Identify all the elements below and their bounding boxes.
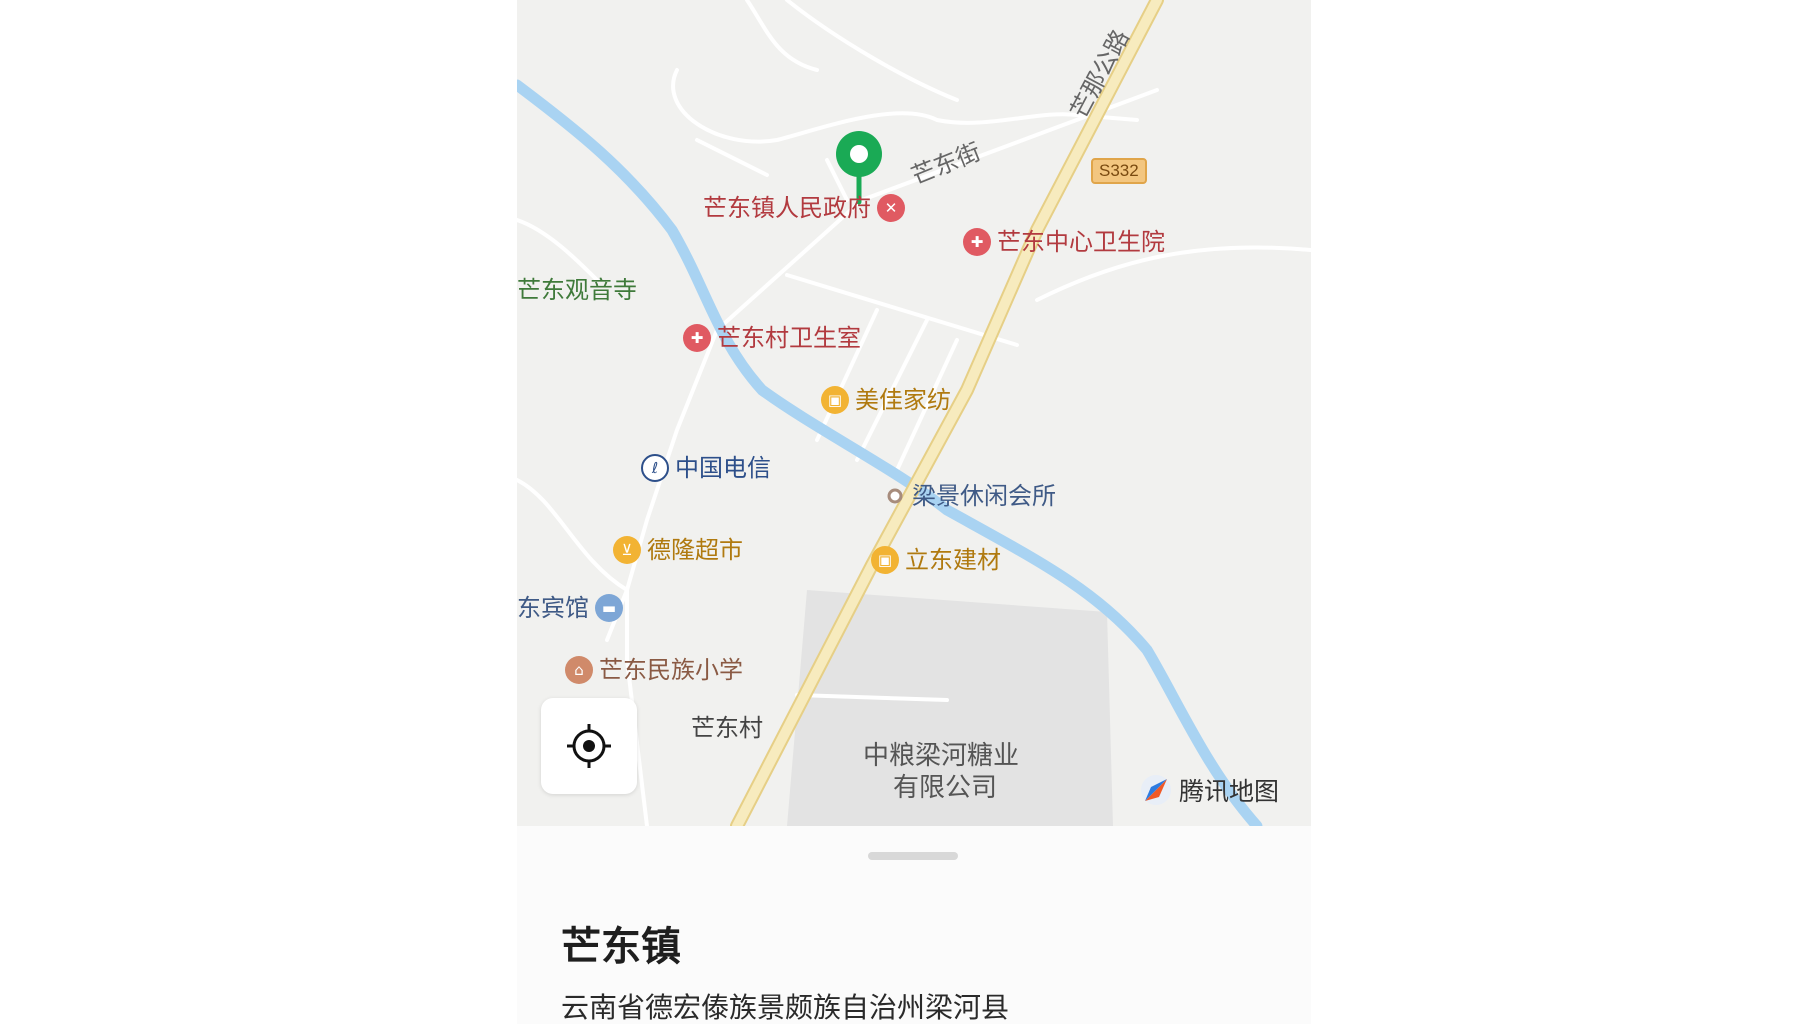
factory-label-1: 中粮梁河糖业	[863, 741, 1020, 771]
shopping-bag-icon: ▣	[821, 386, 849, 414]
route-shield: S332	[1091, 158, 1147, 184]
poi-leisure-label[interactable]: 梁景休闲会所	[912, 482, 1056, 510]
government-icon: ✕	[877, 194, 905, 222]
map-brand: 腾讯地图	[1139, 772, 1279, 808]
poi-clinic[interactable]: ✚ 芒东村卫生室	[683, 324, 861, 352]
poi-delong-label: 德隆超市	[647, 536, 743, 564]
phone-screen: 芒东街 芒那公路 S332 芒东村 中粮梁河糖业 有限公司 芒东镇人民政府 ✕ …	[517, 0, 1311, 1024]
poi-lidong[interactable]: ▣ 立东建材	[871, 546, 1001, 574]
poi-temple[interactable]: 芒东观音寺	[517, 276, 637, 304]
school-icon: ⌂	[565, 656, 593, 684]
poi-hotel-label: 东宾馆	[517, 594, 589, 622]
bed-icon: ▬	[595, 594, 623, 622]
tencent-map-logo-icon	[1141, 775, 1171, 805]
leisure-dot-icon	[887, 488, 903, 504]
cart-icon: ⊻	[613, 536, 641, 564]
poi-meijia[interactable]: ▣ 美佳家纺	[821, 386, 951, 414]
poi-school-label: 芒东民族小学	[599, 656, 743, 684]
poi-telecom-label: 中国电信	[675, 454, 771, 482]
factory-label-2: 有限公司	[893, 773, 998, 803]
poi-meijia-label: 美佳家纺	[855, 386, 951, 414]
telecom-logo-icon: ℓ	[641, 454, 669, 482]
poi-telecom[interactable]: ℓ 中国电信	[641, 454, 771, 482]
map-brand-label: 腾讯地图	[1179, 777, 1280, 806]
place-title: 芒东镇	[561, 924, 681, 970]
poi-clinic-label: 芒东村卫生室	[717, 324, 861, 352]
poi-gov[interactable]: 芒东镇人民政府 ✕	[703, 194, 905, 222]
poi-hospital-label: 芒东中心卫生院	[997, 228, 1165, 256]
map-view[interactable]: 芒东街 芒那公路 S332 芒东村 中粮梁河糖业 有限公司 芒东镇人民政府 ✕ …	[517, 0, 1311, 826]
poi-school[interactable]: ⌂ 芒东民族小学	[565, 656, 743, 684]
hospital-icon: ✚	[963, 228, 991, 256]
poi-delong[interactable]: ⊻ 德隆超市	[613, 536, 743, 564]
poi-temple-label: 芒东观音寺	[517, 276, 637, 304]
poi-hotel[interactable]: 东宾馆 ▬	[517, 594, 623, 622]
crosshair-icon	[567, 724, 611, 768]
poi-lidong-label: 立东建材	[905, 546, 1001, 574]
hospital-icon: ✚	[683, 324, 711, 352]
place-sheet[interactable]: 芒东镇 云南省德宏傣族景颇族自治州梁河县	[517, 826, 1311, 1024]
poi-hospital[interactable]: ✚ 芒东中心卫生院	[963, 228, 1165, 256]
village-label: 芒东村	[691, 714, 763, 742]
sheet-drag-handle[interactable]	[868, 852, 958, 860]
poi-gov-label: 芒东镇人民政府	[703, 194, 871, 222]
locate-button[interactable]	[541, 698, 637, 794]
shopping-bag-icon: ▣	[871, 546, 899, 574]
place-address: 云南省德宏傣族景颇族自治州梁河县	[561, 991, 1010, 1024]
